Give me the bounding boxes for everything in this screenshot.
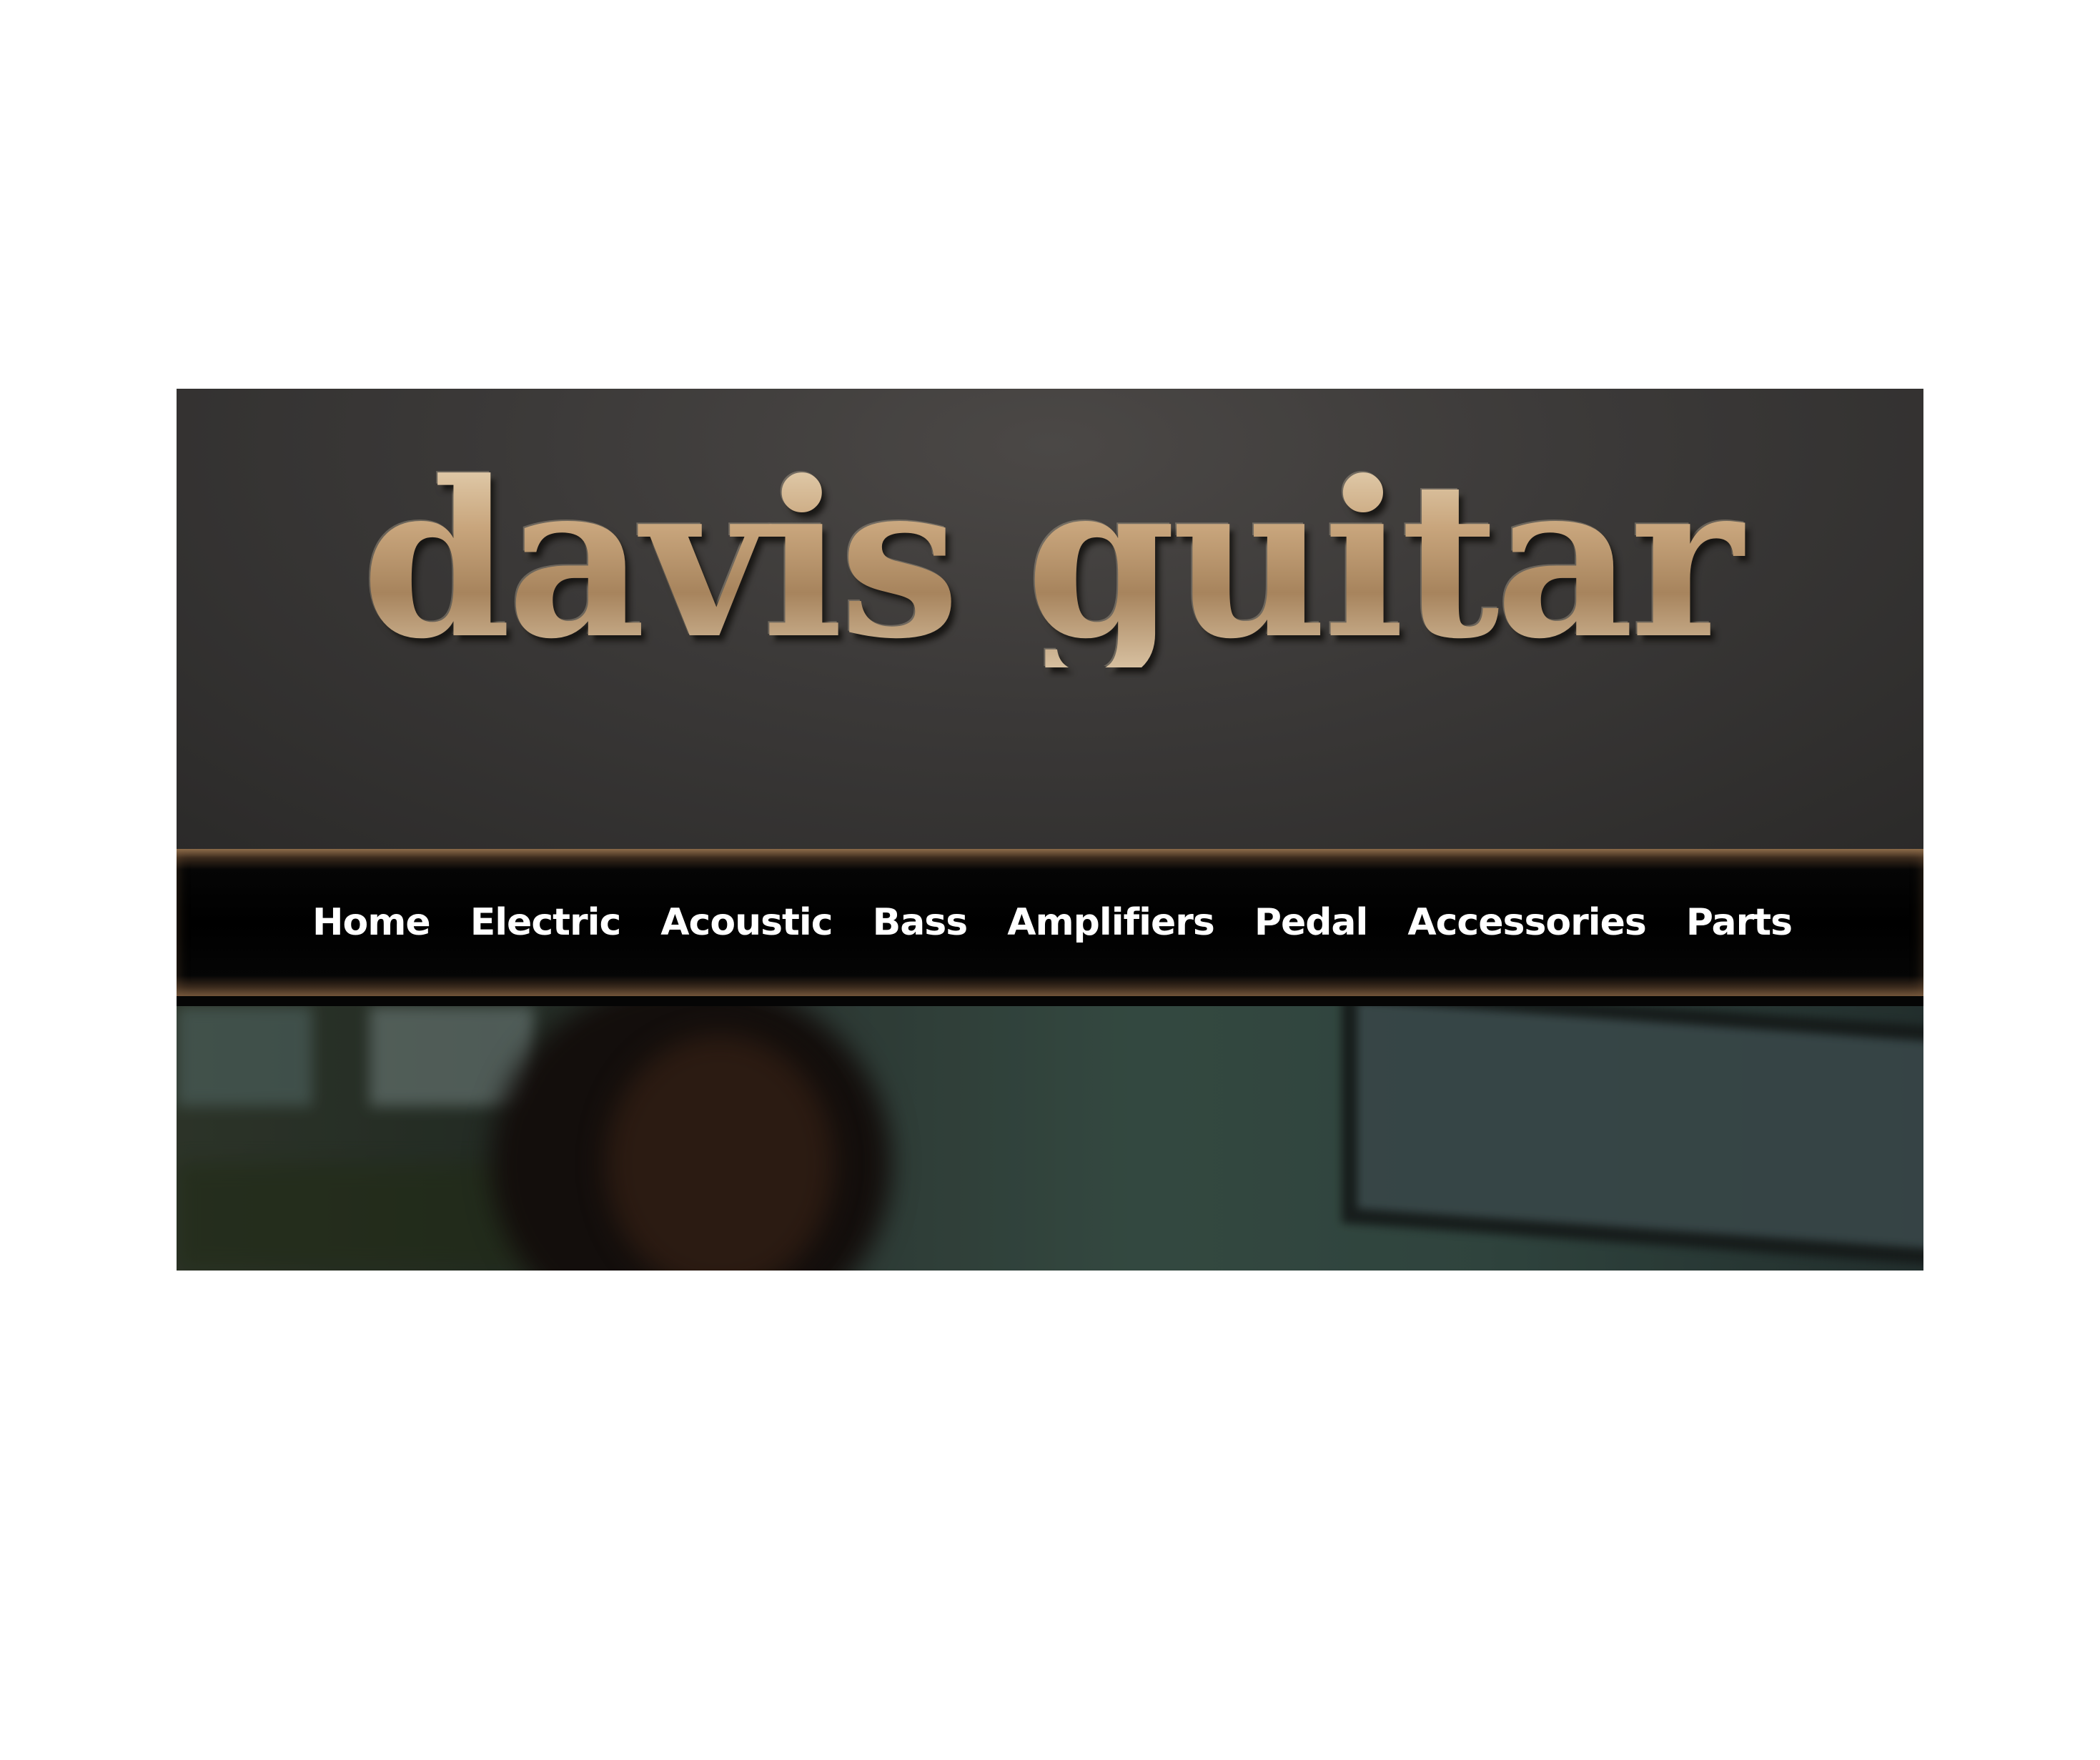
site-frame: davis guitar Home Electric Acoustic Bass… (177, 389, 1923, 1271)
nav-item-accessories[interactable]: Accessories (1407, 901, 1646, 944)
site-header: davis guitar (177, 389, 1923, 853)
site-logo[interactable]: davis guitar (177, 453, 1923, 667)
nav-item-parts[interactable]: Parts (1686, 901, 1793, 944)
hero-overlay (177, 1006, 1923, 1271)
nav-item-bass[interactable]: Bass (873, 901, 969, 944)
nav-list: Home Electric Acoustic Bass Amplifiers P… (312, 849, 1832, 996)
hero-image (177, 1006, 1923, 1271)
nav-item-home[interactable]: Home (312, 901, 431, 944)
nav-item-amplifiers[interactable]: Amplifiers (1007, 901, 1215, 944)
nav-item-pedal[interactable]: Pedal (1254, 901, 1369, 944)
nav-item-acoustic[interactable]: Acoustic (660, 901, 833, 944)
nav-item-electric[interactable]: Electric (470, 901, 622, 944)
main-nav: Home Electric Acoustic Bass Amplifiers P… (177, 849, 1923, 996)
